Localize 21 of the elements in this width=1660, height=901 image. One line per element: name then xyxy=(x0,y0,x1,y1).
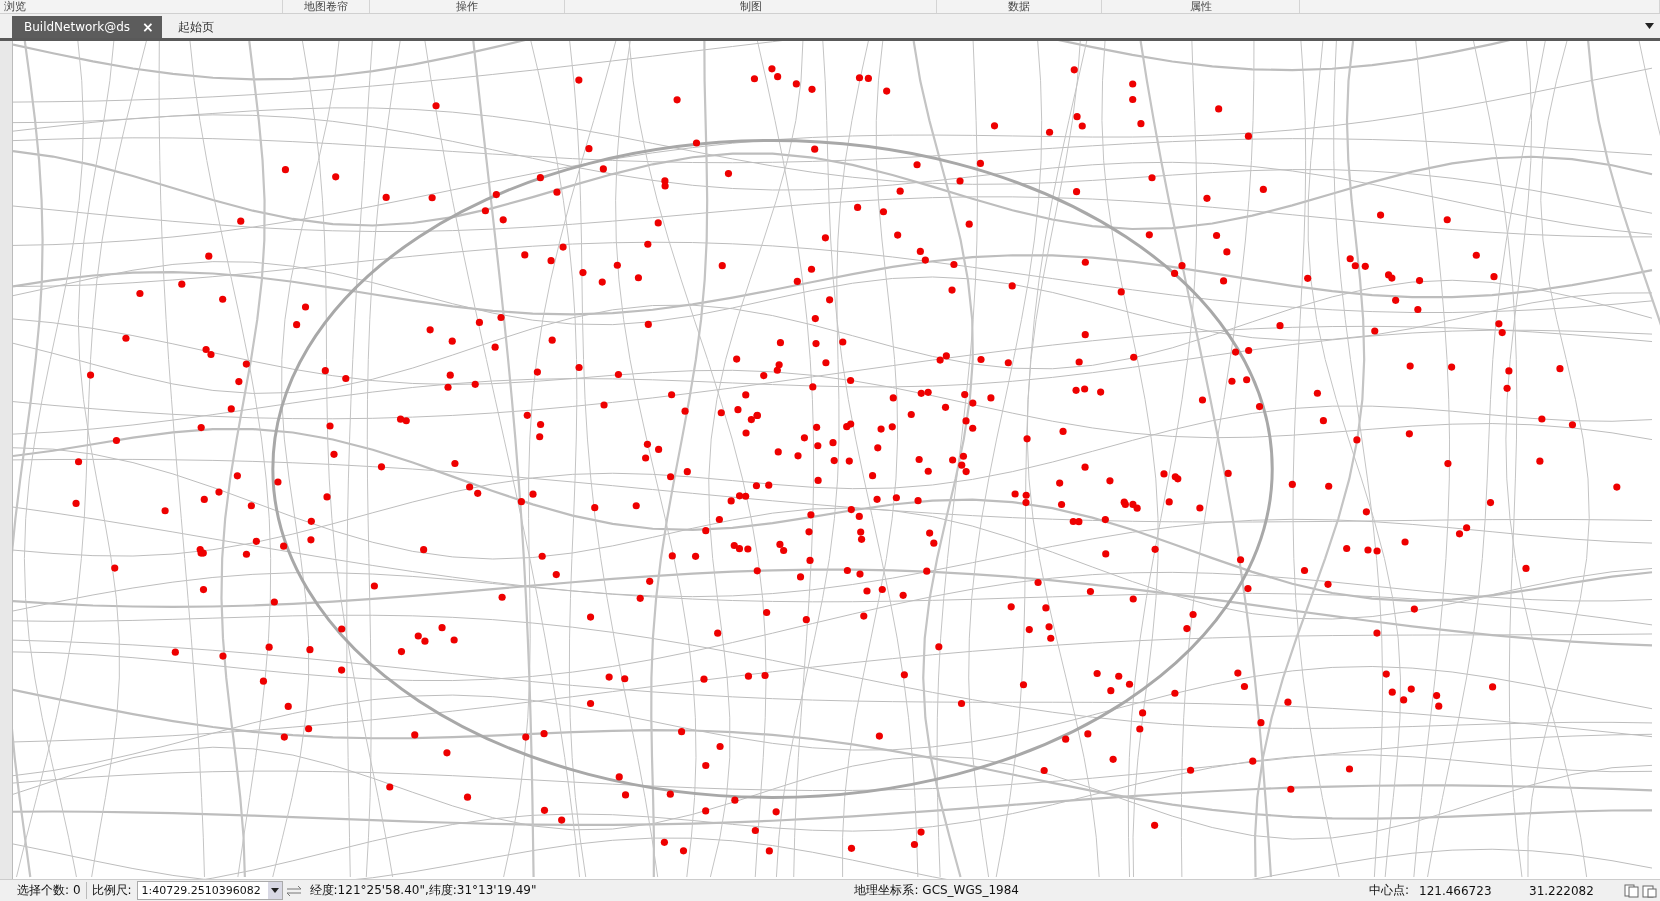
center-x: 121.466723 xyxy=(1418,883,1493,898)
ribbon-group-label: 数据 xyxy=(1008,0,1030,13)
dropdown-icon[interactable] xyxy=(267,882,282,899)
ribbon-group-label: 属性 xyxy=(1189,0,1212,13)
document-tab[interactable]: BuildNetwork@ds × xyxy=(12,16,162,38)
cursor-coordinates: 经度:121°25'58.40",纬度:31°13'19.49" xyxy=(308,882,538,899)
center-y: 31.222082 xyxy=(1528,883,1595,898)
scale-field[interactable]: 1:40729.2510396082 xyxy=(136,881,283,900)
ribbon-group-label: 制图 xyxy=(739,0,762,13)
center-label: 中心点: xyxy=(1367,882,1410,899)
coordinate-system: 地理坐标系: GCS_WGS_1984 xyxy=(853,882,1020,899)
ribbon-group-label: 操作 xyxy=(456,0,478,13)
ribbon-group-label: 浏览 xyxy=(4,0,26,13)
dropdown-icon[interactable] xyxy=(1645,23,1654,29)
ribbon-group-label: 地图卷帘 xyxy=(304,0,348,13)
copy-icon[interactable] xyxy=(1624,883,1640,898)
paste-icon[interactable] xyxy=(1640,883,1660,898)
document-tab[interactable]: 起始页 xyxy=(165,16,222,38)
scale-label: 比例尺: xyxy=(90,882,133,899)
close-button[interactable]: × xyxy=(142,19,154,35)
selection-count: 选择个数: 0 xyxy=(12,882,87,899)
